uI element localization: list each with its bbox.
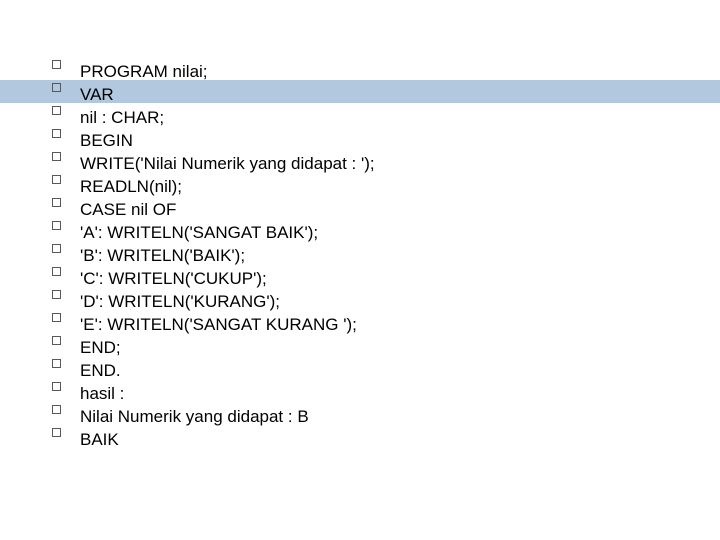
square-bullet-icon bbox=[48, 405, 80, 414]
code-line: PROGRAM nilai; bbox=[80, 60, 208, 83]
code-line: WRITE('Nilai Numerik yang didapat : '); bbox=[80, 152, 375, 175]
list-item: 'D': WRITELN('KURANG'); bbox=[48, 290, 720, 313]
square-bullet-icon bbox=[48, 267, 80, 276]
code-line: Nilai Numerik yang didapat : B bbox=[80, 405, 309, 428]
list-item: Nilai Numerik yang didapat : B bbox=[48, 405, 720, 428]
square-bullet-icon bbox=[48, 221, 80, 230]
code-line: 'D': WRITELN('KURANG'); bbox=[80, 290, 280, 313]
list-item: PROGRAM nilai; bbox=[48, 60, 720, 83]
square-bullet-icon bbox=[48, 198, 80, 207]
code-line: READLN(nil); bbox=[80, 175, 182, 198]
list-item: nil : CHAR; bbox=[48, 106, 720, 129]
list-item: CASE nil OF bbox=[48, 198, 720, 221]
square-bullet-icon bbox=[48, 313, 80, 322]
list-item: 'B': WRITELN('BAIK'); bbox=[48, 244, 720, 267]
list-item: WRITE('Nilai Numerik yang didapat : '); bbox=[48, 152, 720, 175]
list-item: READLN(nil); bbox=[48, 175, 720, 198]
list-item: 'E': WRITELN('SANGAT KURANG '); bbox=[48, 313, 720, 336]
square-bullet-icon bbox=[48, 60, 80, 69]
square-bullet-icon bbox=[48, 83, 80, 92]
code-line: 'A': WRITELN('SANGAT BAIK'); bbox=[80, 221, 318, 244]
list-item: END. bbox=[48, 359, 720, 382]
code-line: 'E': WRITELN('SANGAT KURANG '); bbox=[80, 313, 357, 336]
square-bullet-icon bbox=[48, 129, 80, 138]
code-line: END; bbox=[80, 336, 121, 359]
code-line: VAR bbox=[80, 83, 114, 106]
square-bullet-icon bbox=[48, 244, 80, 253]
square-bullet-icon bbox=[48, 106, 80, 115]
list-item: BEGIN bbox=[48, 129, 720, 152]
code-line: END. bbox=[80, 359, 121, 382]
list-item: hasil : bbox=[48, 382, 720, 405]
square-bullet-icon bbox=[48, 359, 80, 368]
list-item: 'C': WRITELN('CUKUP'); bbox=[48, 267, 720, 290]
square-bullet-icon bbox=[48, 336, 80, 345]
list-item: END; bbox=[48, 336, 720, 359]
list-item: 'A': WRITELN('SANGAT BAIK'); bbox=[48, 221, 720, 244]
square-bullet-icon bbox=[48, 290, 80, 299]
square-bullet-icon bbox=[48, 428, 80, 437]
list-item: BAIK bbox=[48, 428, 720, 451]
code-line: 'C': WRITELN('CUKUP'); bbox=[80, 267, 267, 290]
code-list: PROGRAM nilai; VAR nil : CHAR; BEGIN WRI… bbox=[48, 60, 720, 451]
list-item: VAR bbox=[48, 83, 720, 106]
code-line: nil : CHAR; bbox=[80, 106, 164, 129]
code-line: CASE nil OF bbox=[80, 198, 176, 221]
square-bullet-icon bbox=[48, 152, 80, 161]
code-line: hasil : bbox=[80, 382, 124, 405]
square-bullet-icon bbox=[48, 382, 80, 391]
square-bullet-icon bbox=[48, 175, 80, 184]
code-line: 'B': WRITELN('BAIK'); bbox=[80, 244, 245, 267]
slide: PROGRAM nilai; VAR nil : CHAR; BEGIN WRI… bbox=[0, 0, 720, 540]
code-line: BEGIN bbox=[80, 129, 133, 152]
code-line: BAIK bbox=[80, 428, 119, 451]
